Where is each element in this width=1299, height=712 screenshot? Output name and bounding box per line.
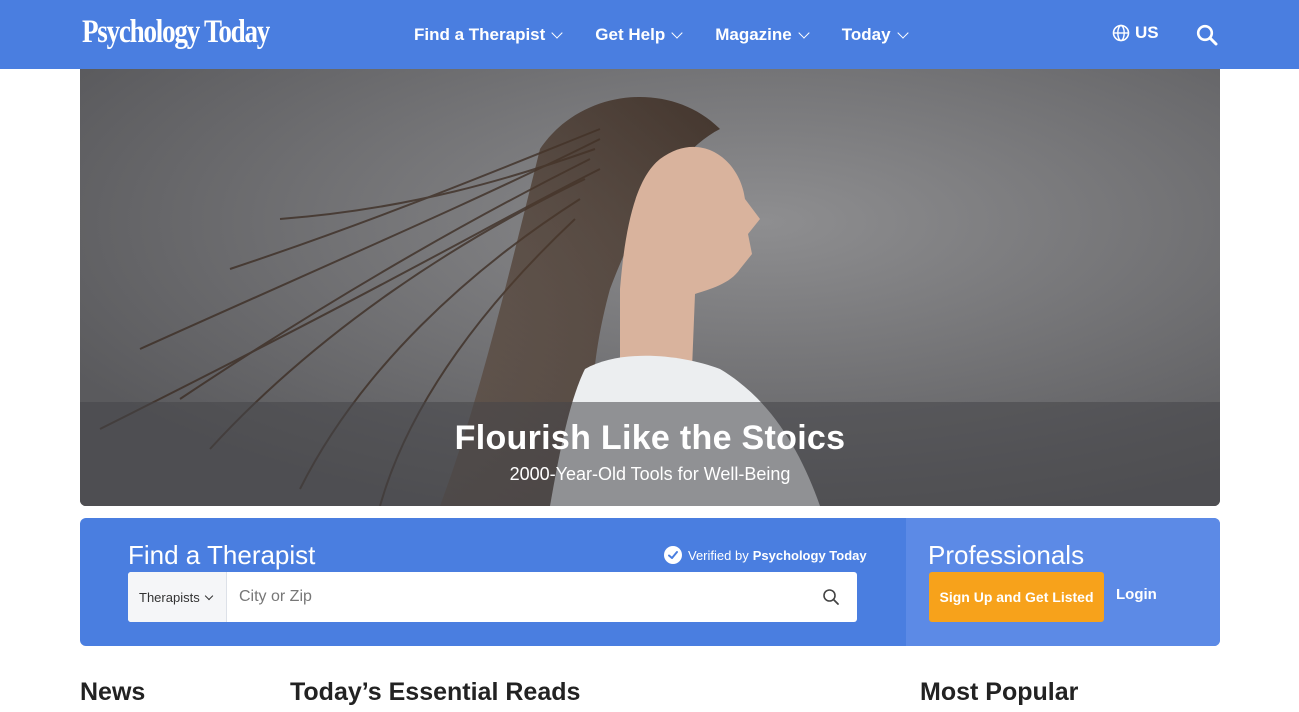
region-selector[interactable]: US xyxy=(1112,23,1159,43)
search-icon xyxy=(1196,24,1218,46)
top-navigation-bar: Psychology Today Find a Therapist Get He… xyxy=(0,0,1299,69)
nav-today[interactable]: Today xyxy=(841,24,909,45)
nav-get-help[interactable]: Get Help xyxy=(595,24,683,45)
nav-item-label: Get Help xyxy=(595,24,666,44)
checkmark-icon xyxy=(664,546,682,564)
hero-subtitle: 2000-Year-Old Tools for Well-Being xyxy=(509,464,791,484)
login-link[interactable]: Login xyxy=(1116,586,1157,603)
verified-prefix: Verified by xyxy=(688,547,749,563)
chevron-down-icon xyxy=(671,26,683,39)
provider-type-value: Therapists xyxy=(139,589,200,605)
verified-brand: Psychology Today xyxy=(752,547,867,563)
city-zip-input[interactable] xyxy=(227,572,805,622)
therapist-search-box: Therapists xyxy=(128,572,857,622)
globe-icon xyxy=(1112,24,1130,42)
chevron-down-icon xyxy=(896,26,909,39)
chevron-down-icon xyxy=(798,26,810,39)
therapist-search-section: Find a Therapist Verified by Psychology … xyxy=(80,518,906,646)
hero-banner[interactable]: Flourish Like the Stoics 2000-Year-Old T… xyxy=(80,69,1220,506)
hero-title[interactable]: Flourish Like the Stoics xyxy=(80,419,1220,458)
chevron-down-icon xyxy=(551,26,563,39)
sign-up-button[interactable]: Sign Up and Get Listed xyxy=(929,572,1104,622)
hero-caption: Flourish Like the Stoics 2000-Year-Old T… xyxy=(80,402,1220,506)
news-heading: News xyxy=(80,678,146,706)
main-nav: Find a Therapist Get Help Magazine Today xyxy=(414,0,941,69)
therapist-search-button[interactable] xyxy=(805,572,857,622)
chevron-down-icon xyxy=(204,591,213,600)
find-therapist-title: Find a Therapist xyxy=(128,540,316,570)
professionals-title: Professionals xyxy=(928,540,1085,570)
verified-badge: Verified by Psychology Today xyxy=(664,546,867,564)
nav-magazine[interactable]: Magazine xyxy=(715,24,810,45)
site-logo[interactable]: Psychology Today xyxy=(82,14,270,51)
find-therapist-panel: Find a Therapist Verified by Psychology … xyxy=(80,518,1220,646)
search-icon xyxy=(823,589,839,605)
region-label: US xyxy=(1135,23,1159,42)
header-search-button[interactable] xyxy=(1196,24,1218,51)
essential-reads-heading: Today’s Essential Reads xyxy=(290,678,581,706)
nav-item-label: Today xyxy=(841,24,891,44)
provider-type-select[interactable]: Therapists xyxy=(128,572,227,622)
professionals-section: Professionals Sign Up and Get Listed Log… xyxy=(906,518,1220,646)
nav-item-label: Magazine xyxy=(715,24,792,44)
nav-item-label: Find a Therapist xyxy=(414,24,546,44)
nav-find-a-therapist[interactable]: Find a Therapist xyxy=(414,24,563,45)
most-popular-heading: Most Popular xyxy=(920,678,1079,706)
